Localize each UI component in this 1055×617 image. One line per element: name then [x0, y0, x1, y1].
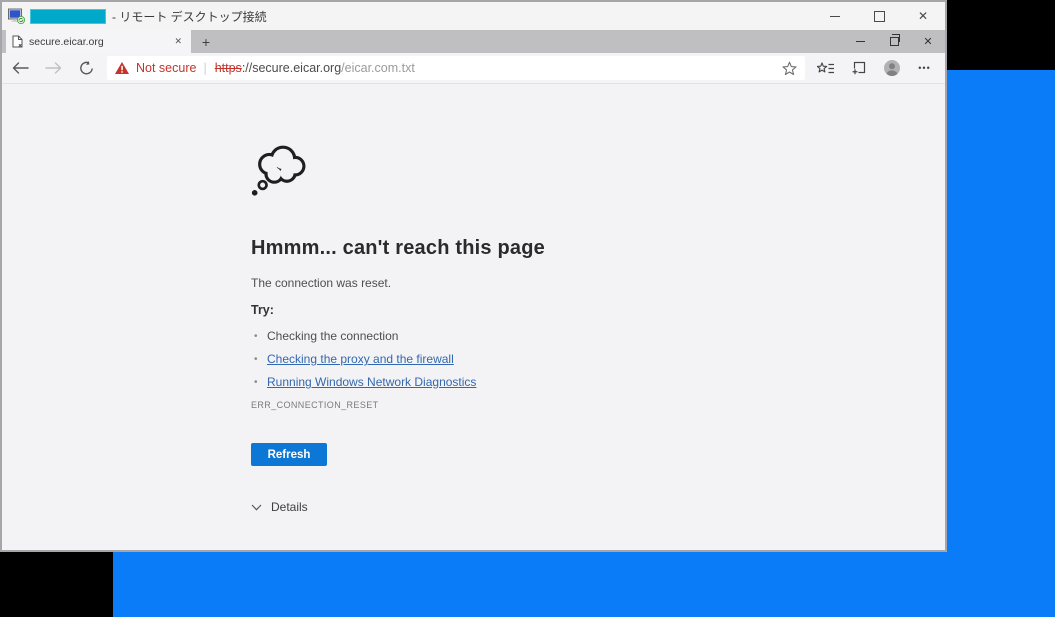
suggestion-text: Checking the connection — [267, 329, 398, 343]
restore-icon — [890, 37, 899, 46]
rdp-title-text: - リモート デスクトップ接続 — [112, 8, 267, 25]
browser-tab-active[interactable]: secure.eicar.org ✕ — [6, 30, 191, 53]
hub-button[interactable] — [842, 53, 875, 83]
rdp-title-bar[interactable]: - リモート デスクトップ接続 ✕ — [2, 2, 945, 30]
remote-desktop-app-icon — [8, 8, 26, 24]
suggestion-link-proxy-firewall[interactable]: Checking the proxy and the firewall — [267, 352, 454, 366]
chevron-down-icon — [251, 504, 262, 511]
tab-close-button[interactable]: ✕ — [171, 34, 185, 49]
browser-toolbar: Not secure | https ://secure.eicar.org /… — [2, 53, 945, 84]
browser-minimize-button[interactable] — [843, 30, 877, 53]
error-message: The connection was reset. — [251, 276, 905, 290]
details-toggle[interactable]: Details — [251, 500, 905, 514]
warning-icon — [115, 62, 129, 74]
more-button[interactable]: ••• — [908, 53, 941, 83]
hub-collections-icon — [851, 61, 866, 76]
forward-arrow-icon — [45, 62, 62, 74]
browser-restore-button[interactable] — [877, 30, 911, 53]
suggestion-link-network-diagnostics[interactable]: Running Windows Network Diagnostics — [267, 375, 476, 389]
new-tab-button[interactable]: + — [191, 30, 221, 53]
back-button[interactable] — [4, 53, 37, 83]
forward-button[interactable] — [37, 53, 70, 83]
favorites-button[interactable] — [809, 53, 842, 83]
try-label: Try: — [251, 303, 905, 317]
rdp-close-button[interactable]: ✕ — [901, 2, 945, 30]
error-heading: Hmmm... can't reach this page — [251, 237, 905, 259]
details-label: Details — [271, 500, 308, 514]
thought-cloud-icon — [251, 145, 315, 197]
browser-tab-bar: secure.eicar.org ✕ + ✕ — [2, 30, 945, 53]
refresh-button[interactable]: Refresh — [251, 443, 327, 466]
address-divider: | — [203, 61, 206, 75]
minimize-icon — [856, 41, 865, 42]
star-icon — [782, 61, 797, 76]
add-favorite-button[interactable] — [782, 61, 797, 76]
error-code: ERR_CONNECTION_RESET — [251, 400, 905, 411]
browser-close-button[interactable]: ✕ — [911, 30, 945, 53]
not-secure-label: Not secure — [136, 61, 196, 75]
rdp-minimize-button[interactable] — [813, 2, 857, 30]
url-scheme: https — [215, 61, 242, 75]
suggestion-item: Running Windows Network Diagnostics — [251, 371, 905, 394]
favorites-star-list-icon — [817, 62, 835, 75]
rdp-maximize-button[interactable] — [857, 2, 901, 30]
remote-desktop-window: - リモート デスクトップ接続 ✕ secure.eicar.org ✕ + ✕ — [0, 0, 947, 552]
suggestion-item: Checking the proxy and the firewall — [251, 348, 905, 371]
error-page: Hmmm... can't reach this page The connec… — [2, 84, 945, 550]
maximize-icon — [874, 11, 885, 22]
reload-button[interactable] — [70, 53, 103, 83]
tab-title: secure.eicar.org — [29, 36, 165, 48]
suggestion-item: Checking the connection — [251, 325, 905, 348]
person-icon — [883, 59, 901, 77]
profile-button[interactable] — [875, 53, 908, 83]
back-arrow-icon — [12, 62, 29, 74]
more-dots-icon: ••• — [918, 63, 930, 73]
minimize-icon — [830, 16, 840, 17]
address-bar[interactable]: Not secure | https ://secure.eicar.org /… — [107, 56, 805, 80]
url-host: ://secure.eicar.org — [242, 61, 341, 75]
broken-page-icon — [12, 35, 23, 48]
url-path: /eicar.com.txt — [341, 61, 415, 75]
rdp-title-redaction — [30, 9, 106, 24]
suggestion-list: Checking the connection Checking the pro… — [251, 325, 905, 394]
reload-icon — [79, 61, 94, 76]
